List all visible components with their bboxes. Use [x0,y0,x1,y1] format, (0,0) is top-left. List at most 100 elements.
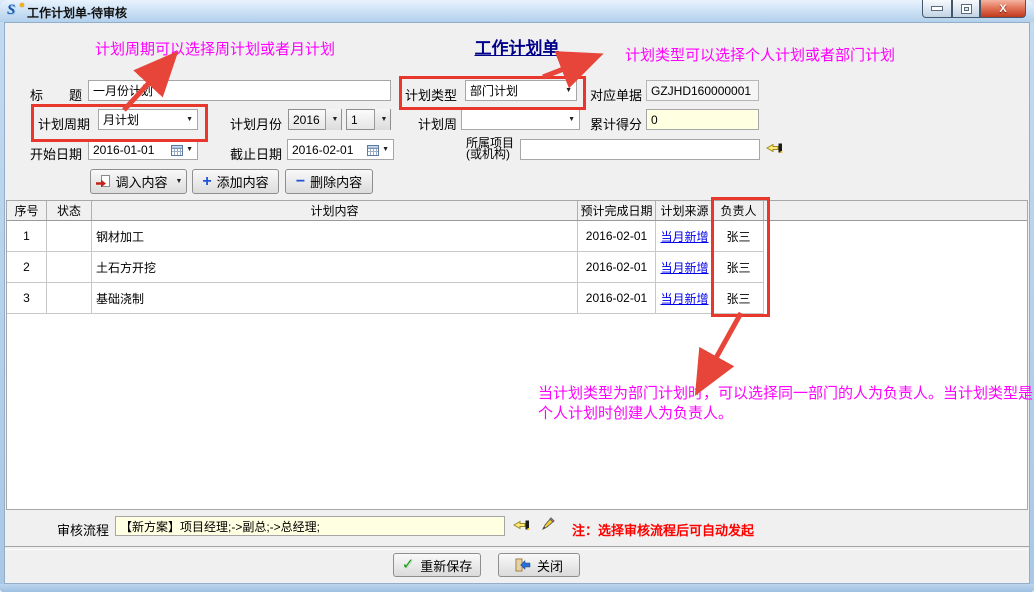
annotation-plan-type: 计划类型可以选择个人计划或者部门计划 [625,44,895,65]
score-label: 累计得分 [590,114,642,133]
annotation-owner-rule: 当计划类型为部门计划时，可以选择同一部门的人为负责人。当计划类型是个人计划时创建… [538,384,1034,424]
plan-year-select[interactable]: 2016 ▼ [288,109,342,130]
maximize-icon [962,5,971,13]
app-logo-icon: S [7,2,24,19]
calendar-icon [171,144,183,156]
col-header-content[interactable]: 计划内容 [92,201,578,220]
cell-status [47,221,92,251]
maximize-button[interactable] [952,0,980,18]
cell-owner: 张三 [714,221,764,251]
titlebar[interactable]: S 工作计划单-待审核 X [0,0,1034,22]
cell-source: 当月新增 [656,221,714,251]
col-header-source[interactable]: 计划来源 [656,201,714,220]
combo-arrow-button: ▼ [374,109,390,130]
chevron-down-icon: ▼ [186,146,193,153]
start-date-input[interactable]: 2016-01-01 ▼ [88,139,198,160]
add-content-button[interactable]: + 添加内容 [192,169,279,194]
chevron-down-icon: ▼ [176,178,183,185]
import-content-button[interactable]: 调入内容 ▼ [90,169,187,194]
source-link[interactable]: 当月新增 [660,259,708,276]
plan-type-value: 部门计划 [470,82,562,99]
door-exit-icon [515,558,531,572]
cell-content[interactable]: 钢材加工 [92,221,578,251]
plan-cycle-value: 月计划 [103,111,183,128]
flow-picker-hand-icon[interactable] [513,518,531,533]
plan-month-label: 计划月份 [230,114,282,133]
save-button[interactable]: ✓ 重新保存 [393,553,481,577]
title-label: 标 题 [30,85,82,104]
chevron-down-icon: ▼ [186,116,193,123]
import-content-label: 调入内容 [116,172,168,191]
project-label-line2: (或机构) [466,149,510,160]
plan-monthnum-value: 1 [351,113,371,127]
source-link[interactable]: 当月新增 [660,290,708,307]
chevron-down-icon: ▼ [565,87,572,94]
col-header-seq[interactable]: 序号 [7,201,47,220]
plan-year-value: 2016 [293,113,322,127]
close-form-button[interactable]: 关闭 [498,553,580,577]
window-frame-right [1030,22,1034,584]
end-date-value: 2016-02-01 [292,143,363,157]
plan-cycle-select[interactable]: 月计划 ▼ [98,109,198,130]
cell-status [47,283,92,313]
page-title: 工作计划单 [475,34,560,59]
calendar-icon [367,144,379,156]
flow-note: 注：选择审核流程后可自动发起 [572,520,754,539]
plan-week-label: 计划周 [418,114,457,133]
footer-separator [5,546,1029,550]
chevron-down-icon: ▼ [382,146,389,153]
cell-seq: 3 [7,283,47,313]
plan-type-select[interactable]: 部门计划 ▼ [465,80,577,101]
cell-content[interactable]: 土石方开挖 [92,252,578,282]
delete-content-button[interactable]: − 删除内容 [285,169,373,194]
save-button-label: 重新保存 [420,556,472,575]
work-plan-window: S 工作计划单-待审核 X 计划周期可以选择周计划或者月计划 工作计划单 计划类… [0,0,1034,592]
window-controls: X [922,0,1026,18]
close-button[interactable]: X [980,0,1026,18]
flow-input[interactable] [115,516,505,536]
close-form-button-label: 关闭 [537,556,563,575]
cell-content[interactable]: 基础浇制 [92,283,578,313]
plan-table-body: 1 钢材加工 2016-02-01 当月新增 张三 2 土石方开挖 2016-0… [7,221,1027,314]
plan-table-header: 序号 状态 计划内容 预计完成日期 计划来源 负责人 [7,201,1027,221]
col-header-due[interactable]: 预计完成日期 [578,201,656,220]
col-header-owner[interactable]: 负责人 [714,201,764,220]
plan-monthnum-select[interactable]: 1 ▼ [346,109,391,130]
table-row[interactable]: 3 基础浇制 2016-02-01 当月新增 张三 [7,283,764,314]
picker-hand-icon[interactable] [766,141,784,156]
cell-owner: 张三 [714,252,764,282]
doc-no-label: 对应单据 [590,85,642,104]
start-date-label: 开始日期 [30,144,82,163]
minus-icon: − [296,175,305,189]
cell-owner: 张三 [714,283,764,313]
plan-week-select[interactable]: ▼ [461,109,580,130]
cell-source: 当月新增 [656,283,714,313]
table-row[interactable]: 1 钢材加工 2016-02-01 当月新增 张三 [7,221,764,252]
project-input[interactable] [520,139,760,160]
delete-content-label: 删除内容 [310,172,362,191]
title-input[interactable] [88,80,391,101]
check-icon: ✓ [402,558,415,572]
flow-label: 审核流程 [57,520,109,539]
minimize-button[interactable] [922,0,952,18]
combo-arrow-button: ▼ [325,109,341,130]
chevron-down-icon: ▼ [381,116,388,123]
source-link[interactable]: 当月新增 [660,228,708,245]
cell-seq: 1 [7,221,47,251]
score-input[interactable] [646,109,759,130]
plan-cycle-label: 计划周期 [38,114,90,133]
cell-due: 2016-02-01 [578,252,656,282]
window-title: 工作计划单-待审核 [27,4,127,21]
doc-no-field [646,80,759,101]
col-header-filler [764,201,1027,220]
close-icon: X [999,3,1006,15]
end-date-input[interactable]: 2016-02-01 ▼ [287,139,394,160]
table-row[interactable]: 2 土石方开挖 2016-02-01 当月新增 张三 [7,252,764,283]
import-icon [95,174,111,189]
plan-table: 序号 状态 计划内容 预计完成日期 计划来源 负责人 1 钢材加工 2016-0… [6,200,1028,510]
col-header-status[interactable]: 状态 [47,201,92,220]
cell-due: 2016-02-01 [578,221,656,251]
edit-pen-icon[interactable] [540,516,556,532]
add-content-label: 添加内容 [217,172,269,191]
chevron-down-icon: ▼ [568,116,575,123]
